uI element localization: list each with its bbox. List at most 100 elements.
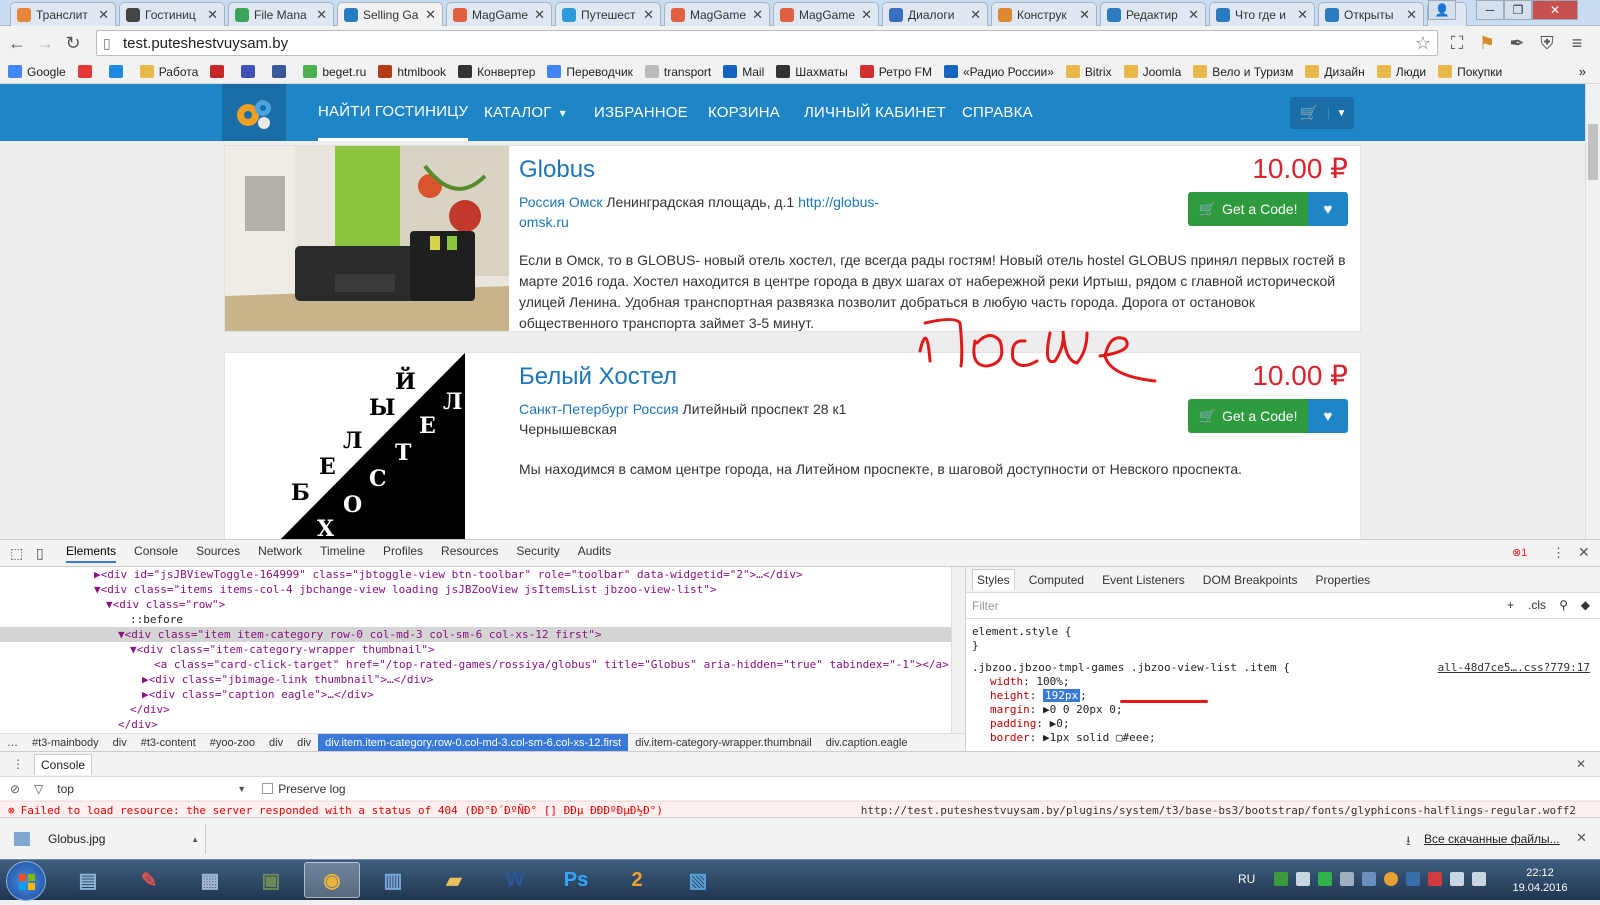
css-property[interactable]: height: 192px; [972,689,1600,703]
bookmark-item[interactable]: Mail [723,65,764,79]
bookmark-item[interactable]: Люди [1376,65,1426,79]
elements-scrollbar[interactable] [951,567,965,733]
bookmarks-overflow-icon[interactable]: » [1579,64,1586,79]
breadcrumb-item[interactable]: #t3-content [134,734,203,751]
dom-node[interactable]: ▶<div id="jsJBViewToggle-164999" class="… [0,567,965,582]
chevron-down-icon[interactable]: ▲ [191,835,199,844]
nav-item[interactable]: КОРЗИНА [708,84,780,141]
add-rule-icon[interactable]: + [1507,598,1514,612]
css-property[interactable]: border: ▶1px solid ▢#eee; [972,731,1600,745]
css-property-value[interactable]: 192px [1043,689,1081,702]
tray-display-icon[interactable] [1472,872,1486,886]
browser-tab[interactable]: Редактир ✕ [1100,2,1206,26]
elements-tree[interactable]: ▶<div id="jsJBViewToggle-164999" class="… [0,567,965,733]
paint-app[interactable]: ✎ [121,862,177,898]
favorite-button[interactable]: ♥ [1308,192,1348,226]
tray-usb-icon[interactable] [1450,872,1464,886]
styles-subtab[interactable]: Styles [972,569,1015,590]
forward-button[interactable]: → [34,32,56,54]
device-mode-icon[interactable]: ▯ [36,545,44,562]
page-scrollbar[interactable] [1585,84,1600,539]
language-indicator[interactable]: RU [1238,872,1255,886]
bookmark-item[interactable] [77,65,97,78]
bookmark-item[interactable]: Joomla [1123,65,1181,79]
dom-node[interactable]: ▼<div class="items items-col-4 jbchange-… [0,582,965,597]
volume-icon[interactable] [1296,872,1310,886]
network-icon[interactable] [1340,872,1354,886]
dom-node[interactable]: ▼<div class="item item-category row-0 co… [0,627,965,642]
drawer-menu-icon[interactable]: ⋮ [12,757,24,771]
fullscreen-icon[interactable]: ⛶ [1446,32,1468,54]
favorite-button[interactable]: ♥ [1308,399,1348,433]
close-downloads-icon[interactable]: ✕ [1576,830,1587,846]
close-tab-icon[interactable]: ✕ [207,7,218,23]
get-code-button[interactable]: 🛒 Get a Code! [1188,192,1308,226]
hotel-title[interactable]: Белый Хостел [519,363,677,391]
tray-app-icon[interactable] [1362,872,1376,886]
chrome-app[interactable]: ◉ [304,862,360,898]
extension-icon[interactable]: ⚑ [1476,32,1498,54]
address-bar[interactable]: ▯ test.puteshestvuysam.by ☆ [96,30,1438,56]
dom-node[interactable]: ::before [0,612,965,627]
preserve-log-checkbox[interactable] [262,783,274,794]
breadcrumb-item[interactable]: div [262,734,290,751]
devtools-tab[interactable]: Security [516,544,559,563]
close-window-button[interactable]: ✕ [1532,0,1578,20]
css-property-value[interactable]: 100%; [1036,675,1069,688]
word-app[interactable]: W [487,862,543,898]
context-select[interactable]: top [57,782,237,796]
explorer-app[interactable]: ▤ [60,862,116,898]
browser-tab[interactable]: Selling Ga ✕ [337,2,443,27]
start-button[interactable] [6,861,46,901]
devtools-tab[interactable]: Resources [441,544,498,563]
devtools-tab[interactable]: Audits [578,544,611,563]
filter-icon[interactable]: ▽ [34,782,43,796]
rule-source-link[interactable]: all-48d7ce5….css?779:17 [1438,661,1590,675]
close-tab-icon[interactable]: ✕ [970,7,981,23]
console-tab[interactable]: Console [34,753,93,775]
tray-monitor-icon[interactable] [1406,872,1420,886]
css-property-value[interactable]: ▶1px solid ▢#eee; [1043,731,1156,744]
filter-input[interactable]: Filter [972,599,999,613]
dom-node[interactable]: <a class="card-click-target" href="/top-… [0,657,965,672]
css-property[interactable]: padding: ▶0; [972,717,1600,731]
devtools-tab[interactable]: Console [134,544,178,563]
bookmark-item[interactable]: Вело и Туризм [1193,65,1293,79]
context-chevron-icon[interactable]: ▼ [237,784,246,794]
bookmark-item[interactable]: Работа [139,65,198,79]
country-link[interactable]: Россия [519,194,565,210]
nav-item[interactable]: ИЗБРАННОЕ [594,84,688,141]
browser-tab[interactable]: Путешест ✕ [555,2,661,26]
hostel-logo-image[interactable]: БЕЛЫЙХОСТЕЛ [277,353,465,539]
reload-button[interactable]: ↻ [62,32,84,54]
breadcrumb-item[interactable]: div.caption.eagle [819,734,915,751]
close-tab-icon[interactable]: ✕ [425,7,436,23]
bookmark-item[interactable]: Конвертер [458,65,535,79]
close-tab-icon[interactable]: ✕ [1297,7,1308,23]
breadcrumb-item[interactable]: … [0,734,25,751]
dom-node[interactable]: ▼<div class="row"> [0,597,965,612]
close-tab-icon[interactable]: ✕ [534,7,545,23]
bookmark-item[interactable]: Переводчик [547,65,633,79]
dom-node[interactable]: </div> [0,717,965,732]
hotel-title[interactable]: Globus [519,156,595,184]
star-icon[interactable]: ☆ [1415,33,1431,54]
browser-tab[interactable]: Открыты ✕ [1318,2,1424,26]
close-drawer-icon[interactable]: ✕ [1576,757,1586,771]
browser-tab[interactable]: Транслит ✕ [10,2,116,26]
nav-item[interactable]: ЛИЧНЫЙ КАБИНЕТ [804,84,946,141]
dom-node[interactable]: ▶<div class="caption eagle">…</div> [0,687,965,702]
shield-icon[interactable]: ⛨ [1536,32,1558,54]
bookmark-item[interactable]: Ретро FM [859,65,932,79]
styles-subtab[interactable]: Computed [1025,570,1088,590]
browser-tab[interactable]: MagGame ✕ [773,2,879,26]
devtools-tab[interactable]: Timeline [320,544,365,563]
pin-icon[interactable]: ⚲ [1559,598,1568,612]
terminal-app[interactable]: ▣ [243,862,299,898]
folder-app[interactable]: ▰ [426,862,482,898]
tray-flag-icon[interactable] [1274,872,1288,886]
devtools-tab[interactable]: Elements [66,544,117,563]
devtools-tab[interactable]: Profiles [383,544,423,563]
city-link[interactable]: Санкт-Петербург [519,401,629,417]
maximize-button[interactable]: ❐ [1504,0,1532,20]
